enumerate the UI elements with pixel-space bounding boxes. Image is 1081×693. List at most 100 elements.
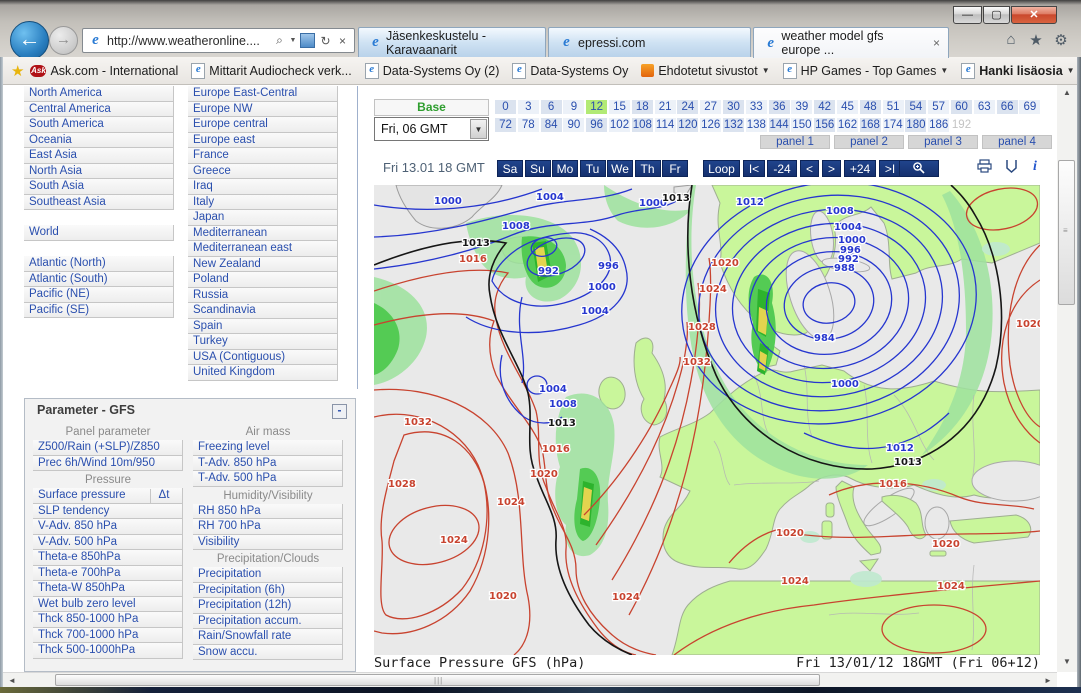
favorites-item[interactable]: AskAsk.com - International <box>30 64 178 78</box>
sidebar-item-region[interactable]: Europe central <box>188 117 338 133</box>
panel-button-2[interactable]: panel 2 <box>834 135 904 149</box>
sidebar-item-region[interactable]: Pacific (NE) <box>24 287 174 303</box>
nav-button-plus24[interactable]: +24 <box>844 160 876 177</box>
day-button-mo[interactable]: Mo <box>552 160 578 177</box>
parameter-item[interactable]: Wet bulb zero level <box>33 597 183 613</box>
sidebar-item-region[interactable]: Scandinavia <box>188 303 338 319</box>
panel-button-3[interactable]: panel 3 <box>908 135 978 149</box>
favorites-item[interactable]: Data-Systems Oy (2) <box>365 63 500 79</box>
forecast-hour-3[interactable]: 3 <box>518 100 539 114</box>
sidebar-item-region[interactable]: North America <box>24 86 174 102</box>
sidebar-item-region[interactable]: East Asia <box>24 148 174 164</box>
parameter-item[interactable]: Theta-e 700hPa <box>33 566 183 582</box>
forecast-hour-162[interactable]: 162 <box>837 118 858 132</box>
forecast-hour-90[interactable]: 90 <box>563 118 584 132</box>
panel-button-4[interactable]: panel 4 <box>982 135 1052 149</box>
forecast-hour-48[interactable]: 48 <box>860 100 881 114</box>
collapse-button[interactable]: - <box>332 404 347 419</box>
forecast-hour-45[interactable]: 45 <box>837 100 858 114</box>
favorites-item[interactable]: Mittarit Audiocheck verk... <box>191 63 351 79</box>
parameter-item[interactable]: T-Adv. 850 hPa <box>193 456 343 472</box>
sidebar-item-region[interactable]: Spain <box>188 319 338 335</box>
day-button-sa[interactable]: Sa <box>497 160 523 177</box>
favorites-item[interactable]: Data-Systems Oy <box>512 63 628 79</box>
tab-epressi[interactable]: epressi.com <box>548 27 751 57</box>
sidebar-item-region[interactable]: South Asia <box>24 179 174 195</box>
forecast-hour-96[interactable]: 96 <box>586 118 607 132</box>
sidebar-item-region[interactable]: Iraq <box>188 179 338 195</box>
sidebar-item-region[interactable]: Italy <box>188 195 338 211</box>
parameter-item[interactable]: Precipitation accum. <box>193 614 343 630</box>
forecast-hour-156[interactable]: 156 <box>814 118 835 132</box>
weather-map[interactable]: 1000100410001008101310169929961000100410… <box>374 185 1040 655</box>
day-button-su[interactable]: Su <box>525 160 551 177</box>
sidebar-item-region[interactable]: France <box>188 148 338 164</box>
forecast-hour-57[interactable]: 57 <box>928 100 949 114</box>
sidebar-item-region[interactable]: South America <box>24 117 174 133</box>
forecast-hour-21[interactable]: 21 <box>655 100 676 114</box>
parameter-item[interactable]: RH 700 hPa <box>193 519 343 535</box>
sidebar-item-region[interactable]: Turkey <box>188 334 338 350</box>
sidebar-item-region[interactable]: Poland <box>188 272 338 288</box>
forecast-hour-108[interactable]: 108 <box>632 118 653 132</box>
parameter-item[interactable]: Precipitation <box>193 567 343 583</box>
forecast-hour-54[interactable]: 54 <box>905 100 926 114</box>
sidebar-item-region[interactable]: Japan <box>188 210 338 226</box>
panel-button-1[interactable]: panel 1 <box>760 135 830 149</box>
forecast-hour-0[interactable]: 0 <box>495 100 516 114</box>
forecast-hour-39[interactable]: 39 <box>791 100 812 114</box>
day-button-fr[interactable]: Fr <box>662 160 688 177</box>
forecast-hour-138[interactable]: 138 <box>746 118 767 132</box>
tab-jasenkeskustelu[interactable]: Jäsenkeskustelu - Karavaanarit <box>358 27 546 57</box>
forecast-hour-102[interactable]: 102 <box>609 118 630 132</box>
forecast-hour-150[interactable]: 150 <box>791 118 812 132</box>
horizontal-scroll-thumb[interactable]: ||| <box>55 674 820 686</box>
parameter-item-surface-pressure[interactable]: Surface pressureΔt <box>33 488 183 504</box>
sidebar-item-region[interactable]: Europe east <box>188 133 338 149</box>
nav-button-first[interactable]: I< <box>743 160 765 177</box>
forecast-hour-33[interactable]: 33 <box>746 100 767 114</box>
forecast-hour-15[interactable]: 15 <box>609 100 630 114</box>
forecast-hour-36[interactable]: 36 <box>769 100 790 114</box>
parameter-item[interactable]: V-Adv. 500 hPa <box>33 535 183 551</box>
nav-button-next[interactable]: > <box>822 160 841 177</box>
scroll-down-icon[interactable]: ▼ <box>1057 657 1077 666</box>
vertical-scroll-thumb[interactable]: ≡ <box>1058 160 1075 305</box>
horizontal-scrollbar[interactable]: ◄ ► ||| <box>3 672 1057 687</box>
favorites-item[interactable]: Hanki lisäosia▼ <box>961 63 1074 79</box>
parameter-item[interactable]: Precipitation (12h) <box>193 598 343 614</box>
base-run-select[interactable]: Fri, 06 GMT ▼ <box>374 117 489 141</box>
tab-close-icon[interactable]: × <box>933 36 940 50</box>
select-dropdown-icon[interactable]: ▼ <box>470 119 487 139</box>
forecast-hour-174[interactable]: 174 <box>883 118 904 132</box>
sidebar-item-region[interactable]: Europe East-Central <box>188 86 338 102</box>
sidebar-item-region[interactable]: Oceania <box>24 133 174 149</box>
sidebar-item-region[interactable]: Southeast Asia <box>24 195 174 211</box>
taskbar-edge[interactable] <box>0 687 1081 693</box>
forecast-hour-60[interactable]: 60 <box>951 100 972 114</box>
forecast-hour-51[interactable]: 51 <box>883 100 904 114</box>
nav-button-prev[interactable]: < <box>800 160 819 177</box>
sidebar-item-region[interactable]: Mediterranean <box>188 226 338 242</box>
scroll-left-icon[interactable]: ◄ <box>5 676 19 685</box>
nav-button-loop[interactable]: Loop <box>703 160 740 177</box>
search-icon[interactable]: ⌕ <box>271 33 288 48</box>
day-button-we[interactable]: We <box>607 160 633 177</box>
tab-weather-model-active[interactable]: weather model gfs europe ... × <box>753 27 949 58</box>
forecast-hour-126[interactable]: 126 <box>700 118 721 132</box>
forecast-hour-24[interactable]: 24 <box>677 100 698 114</box>
forecast-hour-180[interactable]: 180 <box>905 118 926 132</box>
forecast-hour-168[interactable]: 168 <box>860 118 881 132</box>
forecast-hour-42[interactable]: 42 <box>814 100 835 114</box>
address-bar[interactable]: http://www.weatheronline.... ⌕ ▼ ↻ × <box>82 28 355 53</box>
scroll-right-icon[interactable]: ► <box>1041 676 1055 685</box>
forecast-hour-186[interactable]: 186 <box>928 118 949 132</box>
forecast-hour-72[interactable]: 72 <box>495 118 516 132</box>
parameter-item[interactable]: Theta-e 850hPa <box>33 550 183 566</box>
nav-button-minus24[interactable]: -24 <box>767 160 797 177</box>
forecast-hour-27[interactable]: 27 <box>700 100 721 114</box>
sidebar-item-region[interactable]: North Asia <box>24 164 174 180</box>
refresh-icon[interactable]: ↻ <box>317 34 334 48</box>
parameter-item[interactable]: Rain/Snowfall rate <box>193 629 343 645</box>
forecast-hour-18[interactable]: 18 <box>632 100 653 114</box>
